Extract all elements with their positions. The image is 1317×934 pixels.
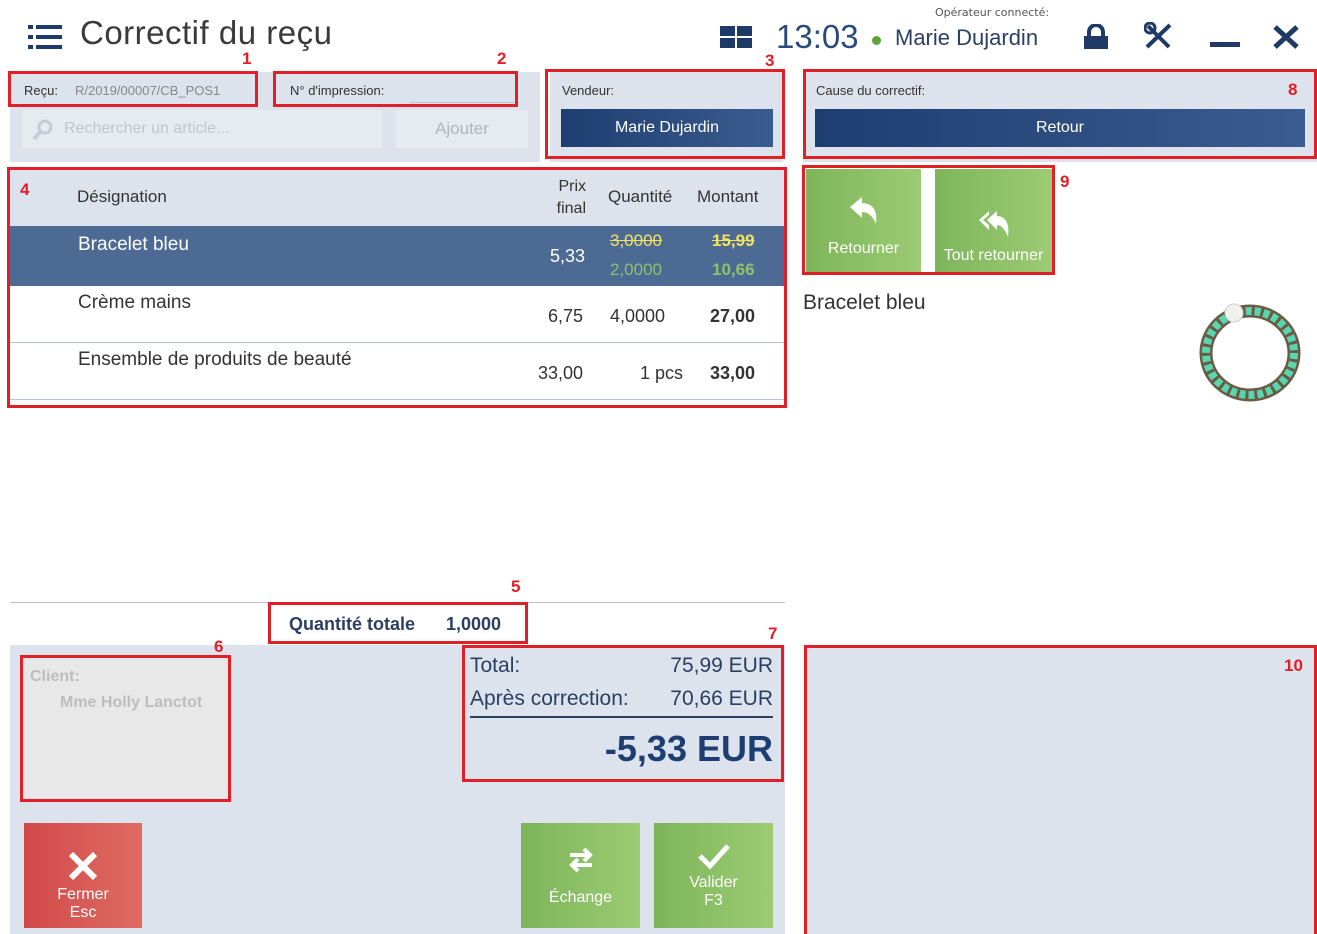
annotation-number-1: 1 [242, 49, 252, 68]
annotation-number-8: 8 [1288, 80, 1298, 99]
table-row[interactable]: Crème mains 6,75 4,0000 27,00 [10, 286, 785, 343]
row-amount-new: 10,66 [712, 260, 755, 279]
return-all-button[interactable]: Tout retourner [935, 169, 1052, 272]
cause-button[interactable]: Retour [815, 109, 1305, 147]
product-preview-name: Bracelet bleu [803, 291, 926, 314]
validate-button-key: F3 [704, 891, 723, 909]
add-button[interactable]: Ajouter [396, 110, 528, 148]
menu-icon[interactable] [28, 24, 62, 50]
total-value: 75,99 EUR [670, 654, 773, 677]
clock: 13:03 [776, 18, 859, 55]
tools-icon[interactable] [1144, 22, 1174, 50]
after-correction-value: 70,66 EUR [670, 687, 773, 710]
seller-label: Vendeur: [562, 83, 615, 98]
annotation-number-4: 4 [20, 180, 30, 199]
totals-divider [470, 716, 773, 718]
close-button-key: Esc [69, 904, 97, 921]
row-amount-old: 15,99 [712, 231, 755, 250]
total-label: Total: [470, 654, 521, 677]
seller-button[interactable]: Marie Dujardin [561, 109, 773, 147]
cause-label: Cause du correctif: [816, 83, 926, 98]
status-dot-icon [872, 36, 881, 45]
undo-arrow-icon [849, 197, 876, 224]
checkmark-icon [697, 843, 730, 870]
close-button[interactable]: Fermer Esc [24, 823, 142, 928]
row-price: 5,33 [550, 246, 586, 266]
search-icon [32, 119, 53, 141]
undo-all-arrow-icon [978, 211, 1008, 237]
validate-button-label: Valider [689, 873, 738, 891]
search-input[interactable]: Rechercher un article... [22, 110, 382, 148]
row-price: 33,00 [537, 363, 583, 383]
col-price-header: Prix final [556, 178, 586, 217]
return-button-label: Retourner [827, 240, 900, 257]
table-row[interactable]: Bracelet bleu 5,33 3,0000 2,0000 15,99 1… [10, 226, 785, 286]
annotation-number-5: 5 [511, 577, 521, 596]
annotation-number-3: 3 [765, 51, 775, 70]
row-qty-new: 2,0000 [610, 260, 662, 279]
operator-name[interactable]: Marie Dujardin [895, 25, 1038, 51]
validate-button[interactable]: Valider F3 [654, 823, 773, 928]
row-name: Crème mains [78, 292, 191, 313]
total-qty-value: 1,0000 [446, 614, 502, 634]
row-name: Bracelet bleu [78, 234, 189, 255]
operator-label: Opérateur connecté: [935, 6, 1050, 19]
return-button[interactable]: Retourner [806, 169, 921, 272]
minimize-icon[interactable] [1210, 42, 1240, 47]
client-label: Client: [30, 668, 80, 685]
annotation-number-9: 9 [1060, 172, 1070, 191]
search-placeholder: Rechercher un article... [64, 120, 230, 137]
col-amount-header: Montant [697, 187, 759, 206]
divider [10, 602, 785, 603]
annotation-number-6: 6 [214, 637, 224, 656]
annotation-number-10: 10 [1284, 656, 1303, 675]
print-number-label: N° d'impression: [290, 83, 385, 98]
annotation-number-7: 7 [768, 624, 778, 643]
print-number-field[interactable] [410, 102, 516, 103]
row-qty: 4,0000 [610, 306, 666, 326]
page-title: Correctif du reçu [80, 14, 333, 51]
total-qty-label: Quantité totale [289, 614, 416, 634]
close-button-label: Fermer [57, 886, 109, 903]
client-name: Mme Holly Lanctot [60, 694, 203, 711]
annotation-number-2: 2 [497, 49, 507, 68]
receipt-correction-window: Correctif du reçu 13:03 Opérateur connec… [0, 0, 1317, 934]
col-name-header: Désignation [77, 187, 167, 206]
after-correction-label: Après correction: [470, 687, 629, 710]
difference-amount: -5,33 EUR [604, 728, 773, 769]
row-amount: 33,00 [710, 363, 756, 383]
lock-icon[interactable] [1082, 24, 1110, 50]
exchange-arrows-icon [568, 847, 593, 872]
row-amount: 27,00 [710, 306, 756, 326]
return-all-button-label: Tout retourner [943, 247, 1044, 264]
close-icon[interactable] [1272, 24, 1300, 50]
exchange-button[interactable]: Échange [521, 823, 640, 928]
bracelet-image [1199, 303, 1301, 402]
col-qty-header: Quantité [608, 187, 673, 206]
receipt-label: Reçu: [24, 83, 58, 98]
receipt-number: R/2019/00007/CB_POS1 [75, 83, 221, 98]
row-qty-old: 3,0000 [610, 231, 662, 250]
table-row[interactable]: Ensemble de produits de beauté 33,00 1 p… [10, 343, 785, 400]
row-price: 6,75 [547, 306, 583, 326]
grid-view-icon[interactable] [720, 26, 752, 48]
row-qty: 1 pcs [640, 363, 684, 383]
row-name: Ensemble de produits de beauté [78, 349, 352, 370]
exchange-button-label: Échange [548, 888, 613, 906]
close-x-icon [68, 851, 98, 881]
bottom-right-panel [806, 645, 1317, 934]
